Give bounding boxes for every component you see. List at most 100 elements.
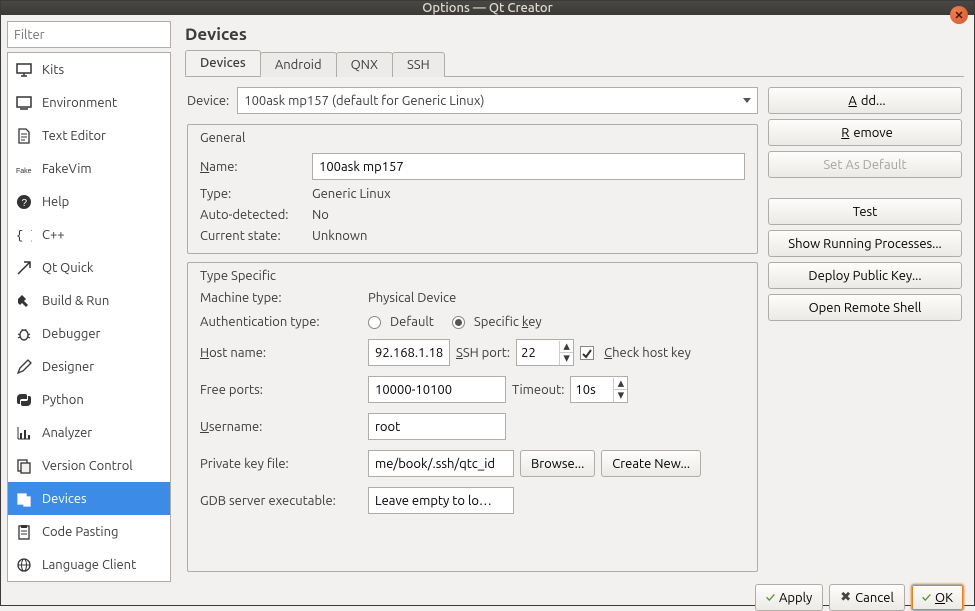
createnew-button[interactable]: Create New... (601, 450, 701, 477)
versioncontrol-icon (16, 458, 32, 474)
bug-icon (16, 326, 32, 342)
sidebar-item-environment[interactable]: Environment (8, 86, 170, 119)
device-select-value: 100ask mp157 (default for Generic Linux) (244, 94, 484, 108)
gdb-label: GDB server executable: (200, 494, 368, 508)
python-icon (16, 392, 32, 408)
sidebar-item-languageclient[interactable]: Language Client (8, 548, 170, 581)
showprocs-button[interactable]: Show Running Processes... (768, 230, 962, 257)
checkhost-label: Check host key (604, 346, 691, 360)
sshport-input[interactable] (517, 346, 559, 360)
typespecific-grid: Machine type: Physical Device Authentica… (200, 291, 745, 514)
spin-down-icon[interactable]: ▾ (614, 390, 627, 402)
remoteshell-button[interactable]: Open Remote Shell (768, 294, 962, 321)
auth-specific-radio[interactable] (452, 316, 465, 329)
tab-android[interactable]: Android (260, 52, 337, 77)
sidebar-item-label: Devices (42, 492, 87, 506)
sidebar-item-designer[interactable]: Designer (8, 350, 170, 383)
category-list[interactable]: Kits Environment Text Editor FakeFakeVim… (7, 52, 171, 582)
arrow-icon (16, 260, 32, 276)
machine-label: Machine type: (200, 291, 368, 305)
auth-default-label: Default (390, 315, 434, 329)
sidebar-item-versioncontrol[interactable]: Version Control (8, 449, 170, 482)
freeports-label: Free ports: (200, 383, 368, 397)
filter-input[interactable] (7, 21, 171, 48)
sidebar: Kits Environment Text Editor FakeFakeVim… (1, 15, 175, 584)
check-icon: ✓ (922, 591, 931, 605)
sshport-spin[interactable]: ▴▾ (516, 339, 574, 366)
sidebar-item-label: Code Pasting (42, 525, 118, 539)
sidebar-item-label: Analyzer (42, 426, 92, 440)
page-title: Devices (185, 25, 964, 44)
browse-button[interactable]: Browse... (520, 450, 595, 477)
sidebar-item-label: Environment (42, 96, 117, 110)
remove-button[interactable]: Remove (768, 119, 962, 146)
cancel-button[interactable]: ✖Cancel (829, 584, 905, 611)
machine-value: Physical Device (368, 291, 745, 305)
sidebar-item-label: Designer (42, 360, 94, 374)
sidebar-item-buildrun[interactable]: Build & Run (8, 284, 170, 317)
pkey-input[interactable] (368, 450, 514, 477)
sidebar-item-label: C++ (42, 228, 65, 242)
sidebar-item-debugger[interactable]: Debugger (8, 317, 170, 350)
sidebar-item-label: Python (42, 393, 84, 407)
sidebar-item-python[interactable]: Python (8, 383, 170, 416)
sidebar-item-devices[interactable]: Devices (8, 482, 170, 515)
monitor-icon (16, 62, 32, 78)
add-button[interactable]: Add... (768, 87, 962, 114)
sidebar-item-label: Debugger (42, 327, 100, 341)
sidebar-item-label: Language Client (42, 558, 136, 572)
auth-default-radio[interactable] (368, 316, 381, 329)
tab-qnx[interactable]: QNX (336, 52, 393, 77)
sidebar-item-kits[interactable]: Kits (8, 53, 170, 86)
sidebar-item-codepasting[interactable]: Code Pasting (8, 515, 170, 548)
typespecific-group: Type Specific Machine type: Physical Dev… (187, 262, 758, 572)
deploykey-button[interactable]: Deploy Public Key... (768, 262, 962, 289)
fakevim-icon: Fake (16, 161, 32, 177)
auth-options: Default Specific key (368, 315, 745, 329)
state-value: Unknown (312, 229, 745, 243)
type-label: Type: (200, 187, 312, 201)
left-column: Device: 100ask mp157 (default for Generi… (187, 87, 758, 580)
general-title: General (200, 131, 745, 145)
bottombar: ✓Apply ✖Cancel ✓OK (1, 584, 974, 611)
sidebar-item-cpp[interactable]: { } C++ (8, 218, 170, 251)
freeports-input[interactable] (368, 376, 506, 403)
timeout-spin[interactable]: ▴▾ (570, 376, 628, 403)
sidebar-item-texteditor[interactable]: Text Editor (8, 119, 170, 152)
checkhost-checkbox[interactable] (580, 346, 594, 360)
typespecific-title: Type Specific (200, 269, 745, 283)
auto-value: No (312, 208, 745, 222)
sidebar-item-label: Text Editor (42, 129, 106, 143)
sshport-label: SSH port: (456, 346, 510, 360)
timeout-input[interactable] (571, 383, 613, 397)
sidebar-item-help[interactable]: ?Help (8, 185, 170, 218)
language-icon (16, 557, 32, 573)
host-row: SSH port: ▴▾ Check host key (368, 339, 745, 366)
sidebar-item-qtquick[interactable]: Qt Quick (8, 251, 170, 284)
device-label: Device: (187, 94, 229, 108)
name-input[interactable] (312, 153, 745, 180)
freeports-row: Timeout: ▴▾ (368, 376, 745, 403)
spin-down-icon[interactable]: ▾ (560, 353, 573, 365)
close-icon[interactable] (950, 6, 968, 24)
sidebar-item-analyzer[interactable]: Analyzer (8, 416, 170, 449)
right-column: Add... Remove Set As Default Test Show R… (768, 87, 962, 580)
tab-ssh[interactable]: SSH (392, 52, 445, 77)
username-input[interactable] (368, 413, 506, 440)
titlebar: Options — Qt Creator (1, 1, 974, 15)
device-select[interactable]: 100ask mp157 (default for Generic Linux) (237, 87, 758, 114)
hammer-icon (16, 293, 32, 309)
sidebar-item-fakevim[interactable]: FakeFakeVim (8, 152, 170, 185)
gdb-input[interactable] (368, 487, 514, 514)
braces-icon: { } (16, 227, 32, 243)
window-title: Options — Qt Creator (422, 1, 552, 15)
test-button[interactable]: Test (768, 198, 962, 225)
auth-specific-label: Specific key (474, 315, 542, 329)
host-label: Host name: (200, 346, 368, 360)
caret-down-icon (743, 98, 751, 103)
chart-icon (16, 425, 32, 441)
ok-button[interactable]: ✓OK (911, 584, 964, 611)
apply-button[interactable]: ✓Apply (755, 584, 823, 611)
tab-devices[interactable]: Devices (185, 50, 261, 76)
host-input[interactable] (368, 339, 450, 366)
